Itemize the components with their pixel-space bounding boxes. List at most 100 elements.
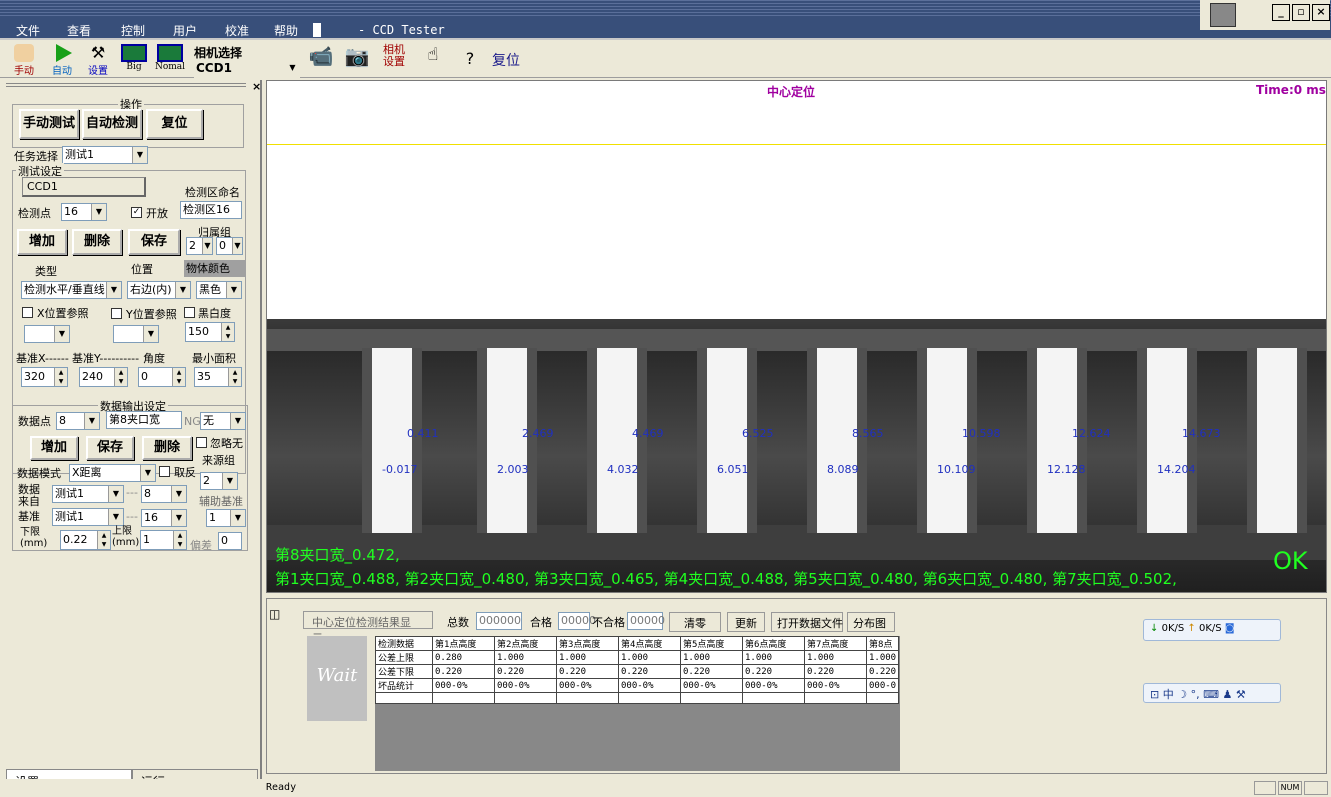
mode-select[interactable]: X距离 ▼ xyxy=(69,464,156,482)
spinner-arrows-icon[interactable]: ▲ ▼ xyxy=(172,368,185,386)
task-select[interactable]: 测试1 ▼ xyxy=(62,146,148,164)
restore-icon[interactable]: ▫ xyxy=(1292,4,1310,21)
camera-view[interactable]: 中心定位 Time:0 ms 第8夹口宽_0.472, 第1夹口宽_0.488,… xyxy=(266,80,1327,593)
manual-test-button[interactable]: 手动测试 xyxy=(19,109,79,139)
angle-spinner[interactable]: 0 ▲ ▼ xyxy=(138,367,186,387)
ignore-checkbox[interactable] xyxy=(196,437,207,448)
menu-control[interactable]: 控制 xyxy=(121,22,145,39)
chevron-down-icon: ▼ xyxy=(108,486,123,502)
auto-detect-button[interactable]: 自动检测 xyxy=(82,109,142,139)
panel-pin-icon[interactable]: ◫ xyxy=(269,607,280,621)
aux-select[interactable]: 1 ▼ xyxy=(206,509,246,527)
menu-view[interactable]: 查看 xyxy=(67,22,91,39)
x-ref-checkbox[interactable] xyxy=(22,307,33,318)
comb-gap xyxy=(362,348,422,533)
menu-user[interactable]: 用户 xyxy=(173,22,197,39)
status-cell xyxy=(1254,781,1276,795)
color-select[interactable]: 黑色 ▼ xyxy=(196,281,242,299)
camera-select[interactable]: CCD1 ▼ xyxy=(194,60,300,78)
minimize-icon[interactable]: _ xyxy=(1272,4,1290,21)
source-num-select[interactable]: 8 ▼ xyxy=(141,485,187,503)
save-output-button[interactable]: 保存 xyxy=(86,436,134,460)
data-point-select[interactable]: 8 ▼ xyxy=(56,412,100,430)
table-cell: 0.220 xyxy=(680,664,743,679)
spinner-arrows-icon[interactable]: ▲ ▼ xyxy=(173,531,186,549)
bw-checkbox[interactable] xyxy=(184,307,195,318)
add-output-button[interactable]: 增加 xyxy=(30,436,78,460)
enable-checkbox[interactable]: ✓ xyxy=(131,207,142,218)
table-cell: 1.000 xyxy=(556,650,619,665)
auto-button[interactable]: 自动 xyxy=(48,44,76,78)
upper-label: 上限 (mm) xyxy=(112,526,140,548)
menu-file[interactable]: 文件 xyxy=(16,22,40,39)
offset-input[interactable]: 0 xyxy=(218,532,242,550)
camera-capture-button[interactable]: 📷 xyxy=(342,44,372,78)
chevron-down-icon: ▼ xyxy=(132,147,147,163)
source-select[interactable]: 测试1 ▼ xyxy=(52,485,124,503)
table-row: 坏品统计 000-0% 000-0% 000-0% 000-0% 000-0% … xyxy=(375,678,900,693)
hand-icon xyxy=(14,44,34,62)
ccd-field[interactable]: CCD1 xyxy=(22,177,146,197)
table-header-cell: 第8点 xyxy=(865,636,900,651)
lower-spinner[interactable]: 0.22 ▲ ▼ xyxy=(60,530,111,550)
y-ref-checkbox[interactable] xyxy=(111,308,122,319)
spinner-arrows-icon[interactable]: ▲ ▼ xyxy=(221,323,234,341)
panel-close-icon[interactable]: × xyxy=(252,80,261,93)
spinner-arrows-icon[interactable]: ▲ ▼ xyxy=(97,531,110,549)
comb-gap xyxy=(587,348,647,533)
open-file-button[interactable]: 打开数据文件 xyxy=(771,612,843,632)
delete-button[interactable]: 删除 xyxy=(72,229,122,255)
base-select[interactable]: 测试1 ▼ xyxy=(52,508,124,526)
y-ref-select[interactable]: ▼ xyxy=(113,325,159,343)
base-y-spinner[interactable]: 240 ▲ ▼ xyxy=(79,367,128,387)
upper-spinner[interactable]: 1 ▲ ▼ xyxy=(140,530,187,550)
bw-spinner[interactable]: 150 ▲ ▼ xyxy=(185,322,235,342)
reset-toolbar-button[interactable]: 复位 xyxy=(492,50,520,70)
spinner-arrows-icon[interactable]: ▲ ▼ xyxy=(114,368,127,386)
settings-button[interactable]: ⚒ 设置 xyxy=(84,44,112,78)
measure-top-label: 2.469 xyxy=(522,427,554,440)
table-cell: 000-0% xyxy=(804,678,867,693)
region-name-input[interactable]: 检测区16 xyxy=(180,201,242,219)
source-group-select[interactable]: 2 ▼ xyxy=(200,472,238,490)
camera-settings-button[interactable]: 相机 设置 xyxy=(380,44,408,78)
type-select[interactable]: 检测水平/垂直线 ▼ xyxy=(21,281,122,299)
close-icon[interactable]: × xyxy=(1312,4,1330,21)
add-button[interactable]: 增加 xyxy=(17,229,67,255)
measure-top-label: 0.411 xyxy=(407,427,439,440)
big-view-button[interactable]: Big xyxy=(119,44,149,78)
base-x-label: 基准X------ xyxy=(16,352,69,365)
base-num-select[interactable]: 16 ▼ xyxy=(141,509,187,527)
reset-button[interactable]: 复位 xyxy=(146,109,203,139)
menu-help[interactable]: 帮助 xyxy=(274,22,298,39)
group-a-select[interactable]: 2 ▼ xyxy=(186,237,213,255)
help-button[interactable]: ? xyxy=(460,44,480,78)
camera-icon-button[interactable]: 📹 xyxy=(306,44,336,78)
manual-button[interactable]: 手动 xyxy=(10,44,38,78)
point-select[interactable]: 16 ▼ xyxy=(61,203,107,221)
save-button[interactable]: 保存 xyxy=(128,229,180,255)
clear-button[interactable]: 清零 xyxy=(669,612,721,632)
invert-checkbox[interactable] xyxy=(159,466,170,477)
source-dash: --- xyxy=(126,486,138,499)
update-button[interactable]: 更新 xyxy=(727,612,765,632)
menu-calibrate[interactable]: 校准 xyxy=(225,22,249,39)
spinner-arrows-icon[interactable]: ▲ ▼ xyxy=(54,368,67,386)
distribution-button[interactable]: 分布图 xyxy=(847,612,895,632)
normal-view-button[interactable]: Nomal xyxy=(154,44,186,78)
delete-output-button[interactable]: 删除 xyxy=(142,436,192,460)
chevron-down-icon: ▼ xyxy=(108,509,123,525)
ng-select[interactable]: 无 ▼ xyxy=(200,412,246,430)
min-area-spinner[interactable]: 35 ▲ ▼ xyxy=(194,367,242,387)
ime-bar[interactable]: ⊡ 中 ☽ °, ⌨ ♟ ⚒ xyxy=(1143,683,1281,703)
spinner-arrows-icon[interactable]: ▲ ▼ xyxy=(228,368,241,386)
position-select[interactable]: 右边(内) ▼ xyxy=(127,281,191,299)
group-b-select[interactable]: 0 ▼ xyxy=(216,237,243,255)
hand-point-button[interactable]: ☝ xyxy=(418,44,448,78)
chevron-down-icon: ▼ xyxy=(232,238,242,254)
base-x-spinner[interactable]: 320 ▲ ▼ xyxy=(21,367,68,387)
x-ref-select[interactable]: ▼ xyxy=(24,325,70,343)
table-cell xyxy=(618,692,681,704)
data-point-name-input[interactable]: 第8夹口宽 xyxy=(106,411,182,429)
table-header-cell: 第6点高度 xyxy=(742,636,805,651)
